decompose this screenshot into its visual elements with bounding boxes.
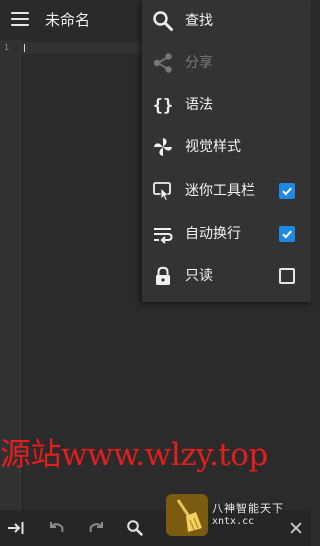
menu-item-find[interactable]: 查找: [142, 0, 311, 42]
menu-item-label: 迷你工具栏: [185, 183, 255, 199]
line-number: 1: [4, 43, 9, 52]
menu-item-label: 自动换行: [185, 226, 241, 242]
lock-icon: [151, 264, 175, 288]
menu-item-word-wrap[interactable]: 自动换行: [142, 213, 311, 255]
redo-icon[interactable]: [85, 517, 107, 539]
site-logo: 八神智能天下 xntx.cc: [166, 492, 311, 546]
menu-item-label: 只读: [185, 268, 213, 284]
broom-icon: [166, 494, 208, 536]
menu-item-label: 分享: [185, 55, 213, 71]
menu-item-share[interactable]: 分享: [142, 42, 311, 84]
menu-item-label: 视觉样式: [185, 139, 241, 155]
logo-title: 八神智能天下: [212, 502, 284, 515]
pinwheel-icon: [151, 135, 175, 159]
search-icon: [151, 9, 175, 33]
menu-item-syntax[interactable]: {} 语法: [142, 84, 311, 126]
menu-item-visual-style[interactable]: 视觉样式: [142, 126, 311, 168]
menu-item-read-only[interactable]: 只读: [142, 255, 311, 297]
text-caret: [24, 44, 25, 52]
mini-toolbar-checkbox[interactable]: [279, 183, 295, 199]
mini-toolbar-icon: [151, 179, 175, 203]
tab-icon[interactable]: [5, 517, 27, 539]
overflow-menu: 查找 分享 {} 语法 视觉样式 迷你工具栏 自动换行 只读: [142, 0, 311, 302]
read-only-checkbox[interactable]: [279, 268, 295, 284]
menu-item-mini-toolbar[interactable]: 迷你工具栏: [142, 170, 311, 212]
search-icon[interactable]: [124, 517, 146, 539]
svg-text:{}: {}: [153, 96, 173, 116]
menu-icon[interactable]: [11, 12, 29, 26]
undo-icon[interactable]: [46, 517, 68, 539]
word-wrap-icon: [151, 222, 175, 246]
menu-item-label: 查找: [185, 13, 213, 29]
document-title: 未命名: [45, 11, 91, 29]
word-wrap-checkbox[interactable]: [279, 226, 295, 242]
menu-item-label: 语法: [185, 97, 213, 113]
logo-url: xntx.cc: [212, 516, 255, 527]
share-icon: [151, 51, 175, 75]
watermark-text: 源站www.wlzy.top: [0, 437, 268, 473]
braces-icon: {}: [151, 93, 175, 117]
